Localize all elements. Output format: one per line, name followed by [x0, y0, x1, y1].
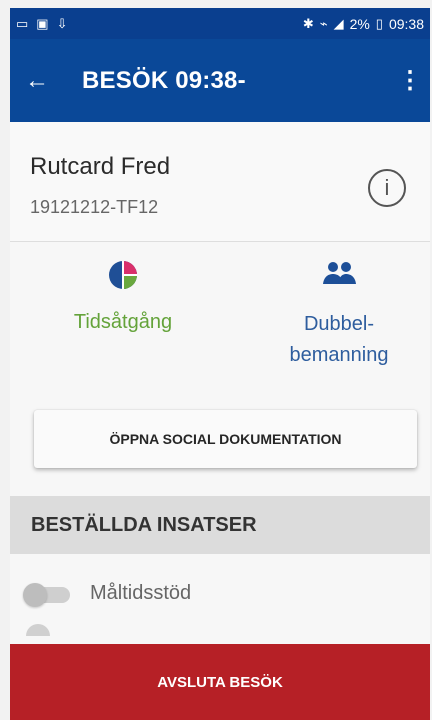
- signal-icon: ◢: [333, 16, 344, 31]
- end-visit-button[interactable]: AVSLUTA BESÖK: [10, 644, 430, 720]
- patient-id: 19121212-TF12: [30, 197, 159, 217]
- toggle-knob: [23, 583, 47, 607]
- service-label: Måltidsstöd: [90, 582, 192, 604]
- status-right-icons: ✱ ⌁ ◢ 2% ▯ 09:38: [303, 16, 424, 32]
- double-staffing-label-line-2: bemanning: [289, 344, 389, 366]
- partial-service-toggle[interactable]: [26, 624, 50, 636]
- service-toggle[interactable]: [23, 583, 70, 607]
- visit-actions: Tidsåtgång Dubbel- bemanning: [10, 242, 430, 384]
- time-spent-label: Tidsåtgång: [73, 311, 173, 333]
- download-icon: ⇩: [56, 16, 68, 31]
- status-time: 09:38: [388, 15, 424, 32]
- pie-chart-icon: [109, 261, 137, 289]
- patient-header: Rutcard Fred 19121212-TF12 i: [10, 122, 430, 242]
- app-bar: ← BESÖK 09:38- ⋮: [10, 39, 430, 122]
- page-title: BESÖK 09:38-: [82, 66, 246, 94]
- bluetooth-icon: ✱: [302, 16, 314, 31]
- more-vertical-icon[interactable]: ⋮: [396, 66, 424, 95]
- battery-icon: ▯: [375, 16, 383, 31]
- open-social-documentation-button[interactable]: ÖPPNA SOCIAL DOKUMENTATION: [34, 410, 417, 468]
- ordered-services-header: BESTÄLLDA INSATSER: [10, 496, 430, 554]
- time-spent-action[interactable]: Tidsåtgång: [58, 260, 188, 334]
- double-staffing-label-line-1: Dubbel-: [303, 313, 375, 335]
- status-left-icons: ▭ ▣ ⇩: [16, 17, 68, 30]
- double-staffing-action[interactable]: Dubbel- bemanning: [264, 260, 414, 371]
- mobile-screen: ▭ ▣ ⇩ ✱ ⌁ ◢ 2% ▯ 09:38 ← BESÖK 09:38- ⋮ …: [10, 8, 430, 720]
- people-icon: [323, 262, 356, 284]
- info-icon[interactable]: i: [368, 169, 406, 207]
- battery-percentage: 2%: [349, 15, 370, 32]
- patient-name: Rutcard Fred: [30, 153, 171, 180]
- photo-icon: ▣: [36, 16, 49, 31]
- list-item[interactable]: Måltidsstöd: [10, 565, 430, 621]
- status-bar: ▭ ▣ ⇩ ✱ ⌁ ◢ 2% ▯ 09:38: [10, 8, 430, 39]
- vibrate-icon: ⌁: [319, 16, 328, 31]
- arrow-left-icon[interactable]: ←: [10, 67, 64, 95]
- sim-icon: ▭: [16, 16, 29, 31]
